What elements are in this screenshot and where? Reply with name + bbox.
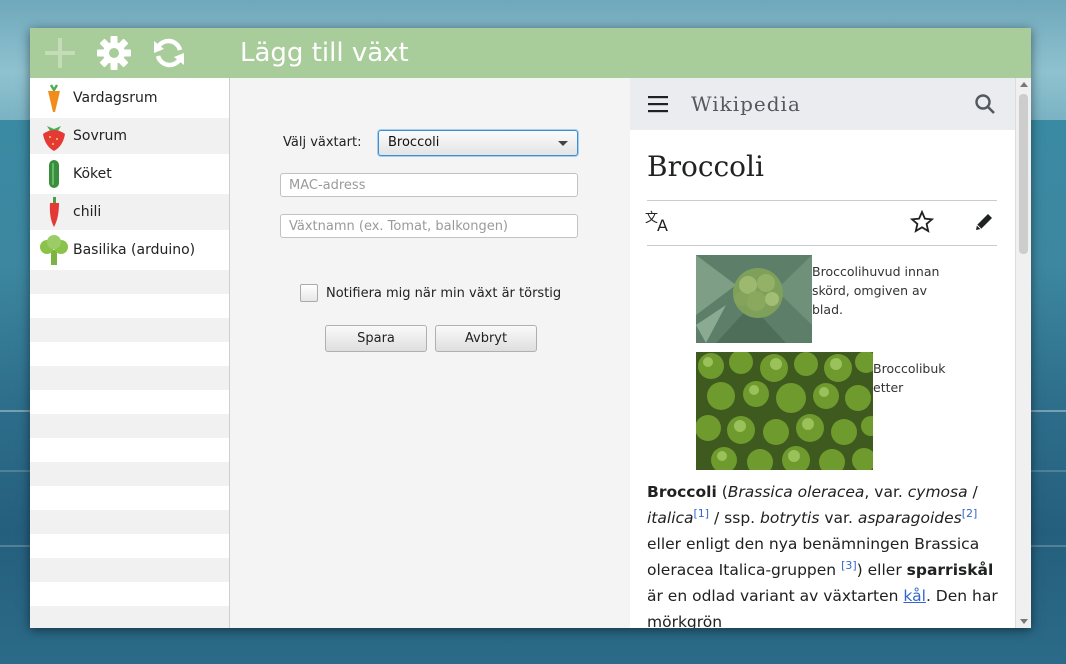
menu-icon[interactable] xyxy=(648,95,668,117)
list-stripe xyxy=(30,606,229,628)
plant-list: Vardagsrum Sovrum Köket chili Basilika (… xyxy=(30,78,230,628)
webview-scrollbar[interactable] xyxy=(1015,78,1031,628)
cancel-button[interactable]: Avbryt xyxy=(435,325,537,352)
save-button[interactable]: Spara xyxy=(325,325,427,352)
scroll-down-icon[interactable] xyxy=(1020,619,1028,624)
app-window: Lägg till växt Vardagsrum Sovrum Köket c… xyxy=(30,28,1031,628)
article-intro: Broccoli (Brassica oleracea, var. cymosa… xyxy=(647,483,998,628)
list-stripe xyxy=(30,558,229,582)
carrot-icon xyxy=(39,82,69,114)
sidebar-item-chili[interactable]: chili xyxy=(30,193,229,231)
scroll-up-icon[interactable] xyxy=(1020,82,1028,87)
list-stripe xyxy=(30,414,229,438)
star-icon[interactable] xyxy=(909,209,935,238)
list-stripe xyxy=(30,366,229,390)
chevron-down-icon xyxy=(558,141,568,146)
list-stripe xyxy=(30,318,229,342)
article-title: Broccoli xyxy=(647,150,764,183)
svg-text:A: A xyxy=(657,216,668,233)
toolbar: Lägg till växt xyxy=(30,28,1031,78)
edit-pencil-icon[interactable] xyxy=(972,210,996,238)
sidebar-item-sovrum[interactable]: Sovrum xyxy=(30,117,229,155)
scrollbar-thumb[interactable] xyxy=(1019,94,1028,254)
plant-type-label: Välj växtart: xyxy=(283,135,362,150)
divider xyxy=(647,245,997,246)
reference-link[interactable]: [3] xyxy=(841,559,857,572)
image-caption: Broccolihuvud innan skörd, omgiven av bl… xyxy=(812,264,940,317)
list-stripe xyxy=(30,510,229,534)
search-icon[interactable] xyxy=(974,93,996,119)
mac-address-input[interactable] xyxy=(280,173,578,197)
sidebar-item-basilika[interactable]: Basilika (arduino) xyxy=(30,231,229,269)
list-stripe xyxy=(30,462,229,486)
page-title: Lägg till växt xyxy=(240,38,409,68)
plant-type-select[interactable]: Broccoli xyxy=(378,130,578,156)
reference-link[interactable]: [1] xyxy=(694,507,710,520)
notify-checkbox[interactable] xyxy=(300,284,318,302)
sidebar-item-koket[interactable]: Köket xyxy=(30,155,229,193)
wiki-header: Wikipedia xyxy=(630,78,1015,130)
notify-checkbox-row[interactable]: Notifiera mig när min växt är törstig xyxy=(300,283,561,303)
refresh-icon[interactable] xyxy=(151,35,187,71)
add-plant-form: Välj växtart: Broccoli Notifiera mig när… xyxy=(230,78,630,628)
broccoli-icon xyxy=(39,234,69,266)
plus-icon[interactable] xyxy=(42,35,78,71)
chili-icon xyxy=(39,196,69,228)
sidebar-item-vardagsrum[interactable]: Vardagsrum xyxy=(30,79,229,117)
reference-link[interactable]: [2] xyxy=(962,507,978,520)
list-stripe xyxy=(30,270,229,294)
broccoli-florets-image[interactable] xyxy=(696,352,873,470)
divider xyxy=(647,200,997,201)
image-caption: Broccolibuk etter xyxy=(873,361,946,395)
cucumber-icon xyxy=(39,158,69,190)
wikipedia-logo[interactable]: Wikipedia xyxy=(691,92,801,116)
broccoli-head-image[interactable] xyxy=(696,255,812,343)
gear-icon[interactable] xyxy=(96,35,132,71)
wikipedia-webview: Wikipedia Broccoli 文 A Broccolihuvud inn… xyxy=(630,78,1015,628)
article-link-kal[interactable]: kål xyxy=(903,587,926,605)
plant-name-input[interactable] xyxy=(280,214,578,238)
strawberry-icon xyxy=(39,120,69,152)
language-icon[interactable]: 文 A xyxy=(645,209,673,237)
notify-label: Notifiera mig när min växt är törstig xyxy=(326,285,562,301)
plant-type-value: Broccoli xyxy=(388,135,440,150)
